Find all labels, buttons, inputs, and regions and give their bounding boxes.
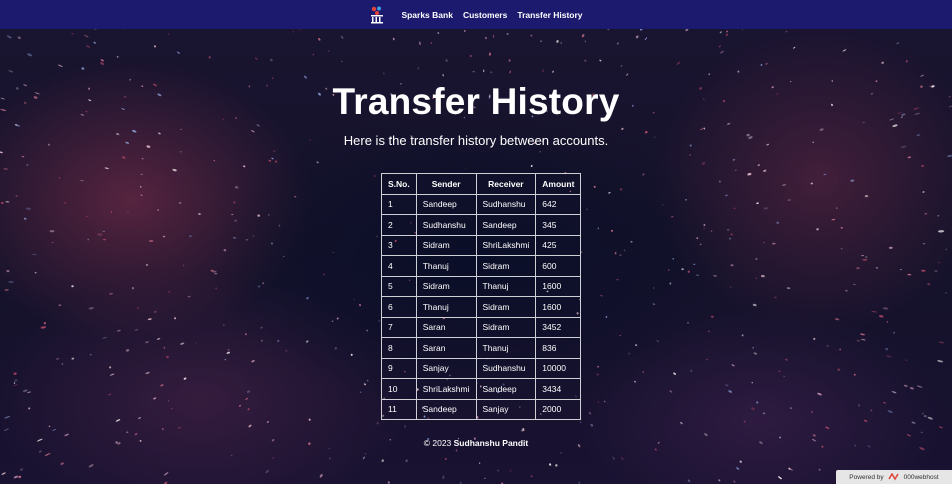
host-name: 000webhost [903,473,939,481]
nav-brand-link[interactable]: Sparks Bank [401,10,453,20]
cell-sno: 6 [381,296,417,318]
cell-sender: Sidram [415,234,477,256]
cell-receiver: Sandeep [475,378,537,400]
page-title: Transfer History [332,81,620,122]
cell-sno: 9 [381,357,417,379]
cell-receiver: Sidram [475,296,537,318]
cell-sender: Sandeep [415,398,477,420]
column-header-sno: S.No. [381,173,417,195]
hosting-badge[interactable]: Powered by 000webhost [836,470,952,484]
cell-sender: Saran [415,316,477,338]
cell-amount: 1600 [535,296,582,318]
cell-sno: 7 [381,316,417,338]
cell-sender: Thanuj [415,255,477,277]
table-row: 5 Sidram Thanuj 1600 [381,275,582,297]
cell-amount: 425 [535,234,582,256]
nav-link-customers[interactable]: Customers [463,10,507,20]
cell-receiver: Sanjay [475,398,537,420]
cell-receiver: Sudhanshu [475,193,537,215]
page-subtitle: Here is the transfer history between acc… [343,133,609,148]
cell-sno: 3 [381,234,417,256]
cell-sender: Thanuj [415,296,477,318]
table-row: 1 Sandeep Sudhanshu 642 [381,193,582,215]
column-header-sender: Sender [415,173,477,195]
host-powered-by-label: Powered by [849,473,884,481]
column-header-receiver: Receiver [475,173,537,195]
footer-author: Sudhanshu Pandit [453,438,529,448]
nav-link-transfer-history[interactable]: Transfer History [517,10,582,20]
navbar: Sparks Bank Customers Transfer History [0,0,952,29]
cell-amount: 836 [535,337,582,359]
table-row: 3 Sidram ShriLakshmi 425 [381,234,582,256]
table-row: 2 Sudhanshu Sandeep 345 [381,214,582,236]
cell-amount: 642 [535,193,582,215]
000webhost-icon [887,473,899,481]
cell-amount: 1600 [535,275,582,297]
cell-sno: 11 [381,398,417,420]
cell-receiver: Thanuj [475,337,537,359]
cell-sender: Sudhanshu [415,214,477,236]
table-row: 4 Thanuj Sidram 600 [381,255,582,277]
cell-sender: Sidram [415,275,477,297]
cell-amount: 2000 [535,398,582,420]
table-row: 8 Saran Thanuj 836 [381,337,582,359]
bank-logo-icon[interactable] [369,6,385,24]
cell-sno: 1 [381,193,417,215]
cell-amount: 345 [535,214,582,236]
cell-amount: 3434 [535,378,582,400]
cell-receiver: Sudhanshu [475,357,537,379]
footer: © 2023 Sudhanshu Pandit [0,438,952,448]
table-row: 10 ShriLakshmi Sandeep 3434 [381,378,582,400]
cell-sno: 8 [381,337,417,359]
transfer-history-table: S.No. Sender Receiver Amount 1 Sandeep Sud… [381,173,582,420]
table-row: 9 Sanjay Sudhanshu 10000 [381,357,582,379]
footer-copyright: © 2023 [423,438,454,448]
cell-amount: 3452 [535,316,582,338]
cell-receiver: ShriLakshmi [475,234,537,256]
table-row: 7 Saran Sidram 3452 [381,316,582,338]
cell-sno: 2 [381,214,417,236]
cell-sno: 5 [381,275,417,297]
column-header-amount: Amount [535,173,582,195]
table-row: 6 Thanuj Sidram 1600 [381,296,582,318]
cell-receiver: Thanuj [475,275,537,297]
cell-sender: Sandeep [415,193,477,215]
cell-sender: ShriLakshmi [415,378,477,400]
cell-sno: 4 [381,255,417,277]
cell-amount: 600 [535,255,582,277]
table-header-row: S.No. Sender Receiver Amount [381,173,582,195]
cell-receiver: Sandeep [475,214,537,236]
cell-sender: Sanjay [415,357,477,379]
table-body: 1 Sandeep Sudhanshu 642 2 Sudhanshu Sandeep 345… [381,193,582,420]
cell-receiver: Sidram [475,255,537,277]
cell-sender: Saran [415,337,477,359]
cell-amount: 10000 [535,357,582,379]
cell-receiver: Sidram [475,316,537,338]
table-row: 11 Sandeep Sanjay 2000 [381,398,582,420]
cell-sno: 10 [381,378,417,400]
